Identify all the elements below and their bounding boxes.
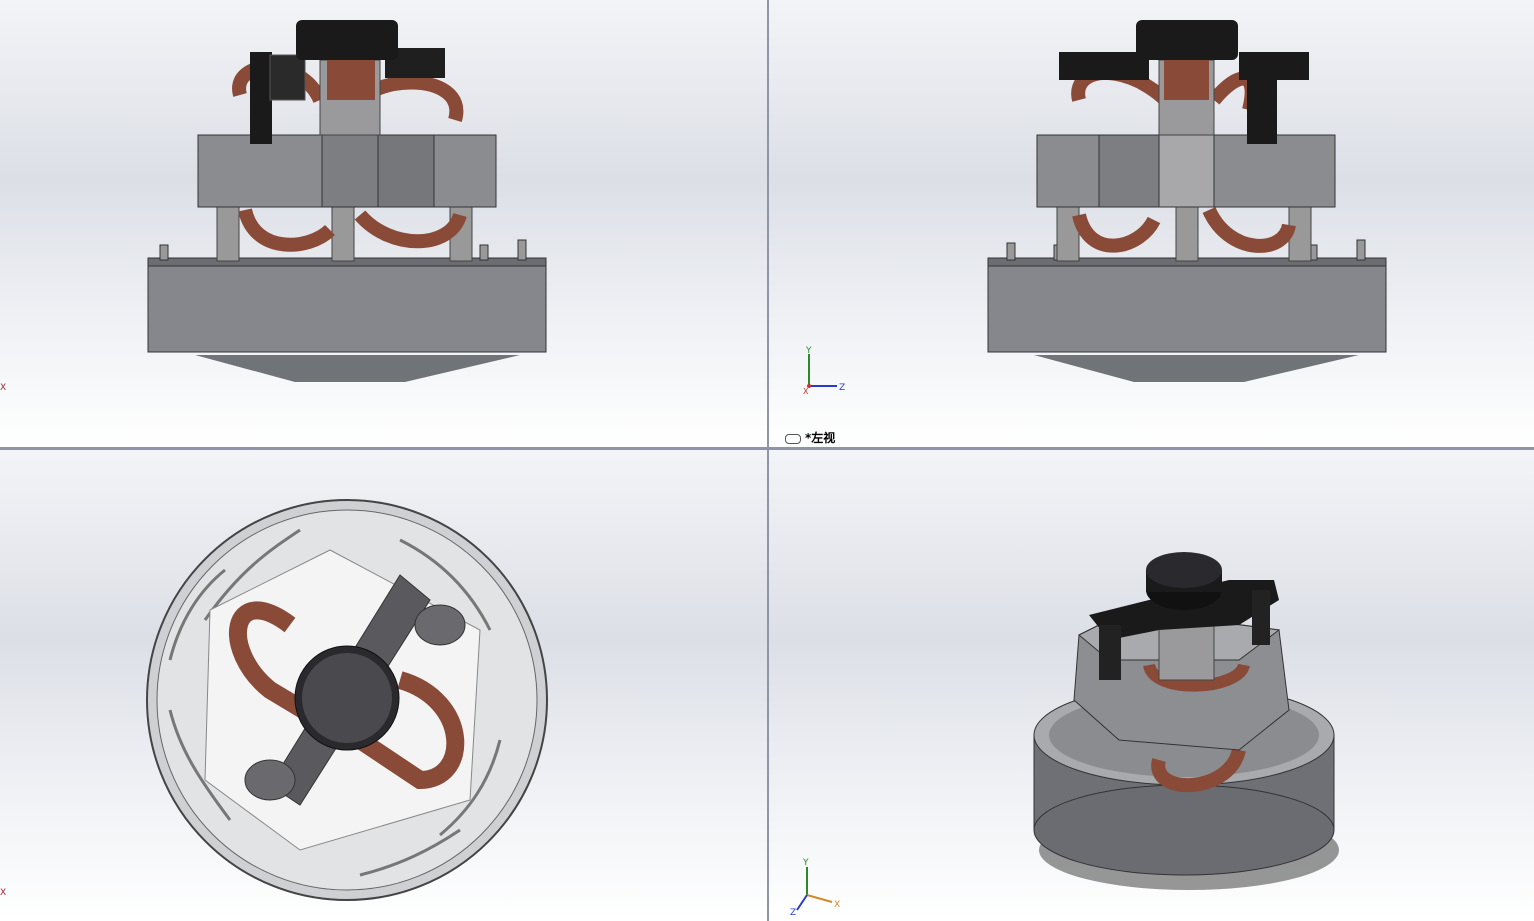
viewport-left[interactable]: Y Z X *左视 (769, 0, 1534, 447)
x-axis-label-bottom: X (0, 888, 7, 898)
x-axis-label: X (0, 383, 7, 393)
y-axis-label: Y (805, 346, 812, 356)
x-axis-label: X (803, 387, 809, 396)
link-view-icon[interactable] (785, 433, 801, 444)
motor-top-view (146, 499, 548, 901)
axis-triad-isometric: Y X Z (790, 858, 840, 915)
y-axis-label-iso: Y (802, 858, 809, 868)
view-name-text: *左视 (805, 431, 836, 445)
viewport-front[interactable]: X (0, 0, 767, 447)
z-axis-label: Z (839, 383, 845, 393)
vertical-viewport-splitter[interactable] (767, 0, 769, 921)
viewport-isometric[interactable]: Y X Z (769, 450, 1534, 921)
axis-triad-left-view: Y Z X (803, 346, 845, 396)
viewport-grid: X Y Z X *左视 X Y X Z (0, 0, 1534, 921)
viewport-top[interactable]: X (0, 450, 767, 921)
motor-front-view (147, 20, 547, 382)
motor-isometric-view (1033, 552, 1339, 890)
x-axis-label-iso: X (834, 900, 840, 910)
motor-left-view (987, 20, 1387, 382)
z-axis-label-iso: Z (790, 908, 796, 915)
view-name-label: *左视 (785, 429, 835, 446)
